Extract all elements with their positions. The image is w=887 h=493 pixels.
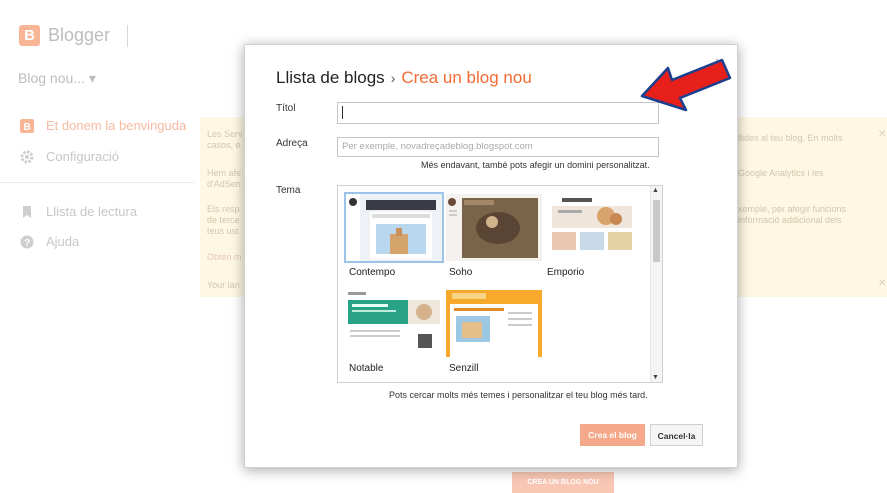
sidebar-item-label: Configuració <box>46 149 119 164</box>
sidebar-item-label: Llista de lectura <box>46 204 138 219</box>
breadcrumb-current: Crea un blog nou <box>401 68 532 87</box>
theme-name: Notable <box>349 363 384 374</box>
address-hint: Més endavant, també pots afegir un domin… <box>421 160 650 170</box>
theme-name: Emporio <box>547 267 585 278</box>
create-blog-button[interactable]: Crea el blog <box>580 424 645 446</box>
notice-text: llides al teu blog. En molts <box>738 133 843 143</box>
close-icon[interactable]: ✕ <box>878 278 886 289</box>
theme-thumbnail <box>344 192 444 263</box>
bookmark-icon <box>20 205 34 219</box>
breadcrumb: Llista de blogs › Crea un blog nou <box>276 68 532 88</box>
help-icon: ? <box>20 235 34 249</box>
chevron-down-icon: ▾ <box>88 70 96 86</box>
theme-thumbnail <box>346 290 442 357</box>
sidebar-item-help[interactable]: ? Ajuda <box>20 234 79 249</box>
breadcrumb-separator: › <box>390 70 396 86</box>
theme-thumbnail <box>446 194 542 261</box>
sidebar-item-settings[interactable]: Configuració <box>20 149 119 164</box>
sidebar-divider <box>0 182 195 183</box>
theme-name: Contempo <box>349 267 396 278</box>
theme-list: Contempo Soho Emporio Notable Senzill ▲ … <box>337 185 663 383</box>
theme-name: Senzill <box>449 363 479 374</box>
create-blog-background-button: CREA UN BLOG NOU <box>512 472 614 493</box>
notice-text: xemple, per afegir funcions <box>738 204 847 214</box>
notice-text: Les Serv <box>207 129 243 139</box>
notice-text: de terce <box>207 215 240 225</box>
theme-list-scrollbar[interactable]: ▲ ▼ <box>650 186 662 382</box>
blogger-icon: B <box>20 118 34 133</box>
sidebar-item-label: Ajuda <box>46 234 80 249</box>
notice-text: informació addicional dels <box>738 215 842 225</box>
blogger-logo-icon: B <box>19 25 40 46</box>
sidebar-item-label: Et donem la benvinguda <box>46 118 187 133</box>
notice-text: Google Analytics i les <box>738 168 824 178</box>
sidebar-item-welcome[interactable]: B Et donem la benvinguda <box>20 118 186 133</box>
notice-text: d'AdSen <box>207 179 241 189</box>
address-label: Adreça <box>276 138 308 149</box>
app-title: Blogger <box>48 25 111 45</box>
sidebar-item-reading-list[interactable]: Llista de lectura <box>20 204 137 219</box>
svg-text:?: ? <box>24 238 30 249</box>
notice-text: Your lan <box>207 280 240 290</box>
red-arrow-annotation <box>640 58 732 112</box>
notice-text: Hem afe <box>207 168 242 178</box>
title-input[interactable] <box>337 102 659 124</box>
theme-name: Soho <box>449 267 473 278</box>
address-input[interactable]: Per exemple, novadreçadeblog.blogspot.co… <box>337 137 659 157</box>
scrollbar-thumb[interactable] <box>653 200 660 262</box>
theme-label: Tema <box>276 185 301 196</box>
title-label: Títol <box>276 103 296 114</box>
chevron-down-icon[interactable]: ▼ <box>652 374 659 381</box>
header-divider <box>127 25 128 47</box>
close-icon[interactable]: ✕ <box>878 129 886 140</box>
blog-selector-label: Blog nou... <box>18 70 85 86</box>
blog-selector[interactable]: Blog nou... ▾ <box>18 70 96 87</box>
cancel-button[interactable]: Cancel·la <box>650 424 703 446</box>
chevron-up-icon[interactable]: ▲ <box>652 187 659 194</box>
theme-thumbnail <box>544 194 640 261</box>
breadcrumb-parent[interactable]: Llista de blogs <box>276 68 385 87</box>
notice-text: casos, e <box>207 140 241 150</box>
theme-thumbnail <box>446 290 542 357</box>
notice-text: Els resp <box>207 204 240 214</box>
gear-icon <box>20 150 34 164</box>
notice-link[interactable]: Obtén m <box>207 252 247 263</box>
themes-note: Pots cercar molts més temes i personalit… <box>389 390 648 400</box>
notice-text: teus ust <box>207 226 239 236</box>
svg-text:B: B <box>24 122 31 133</box>
